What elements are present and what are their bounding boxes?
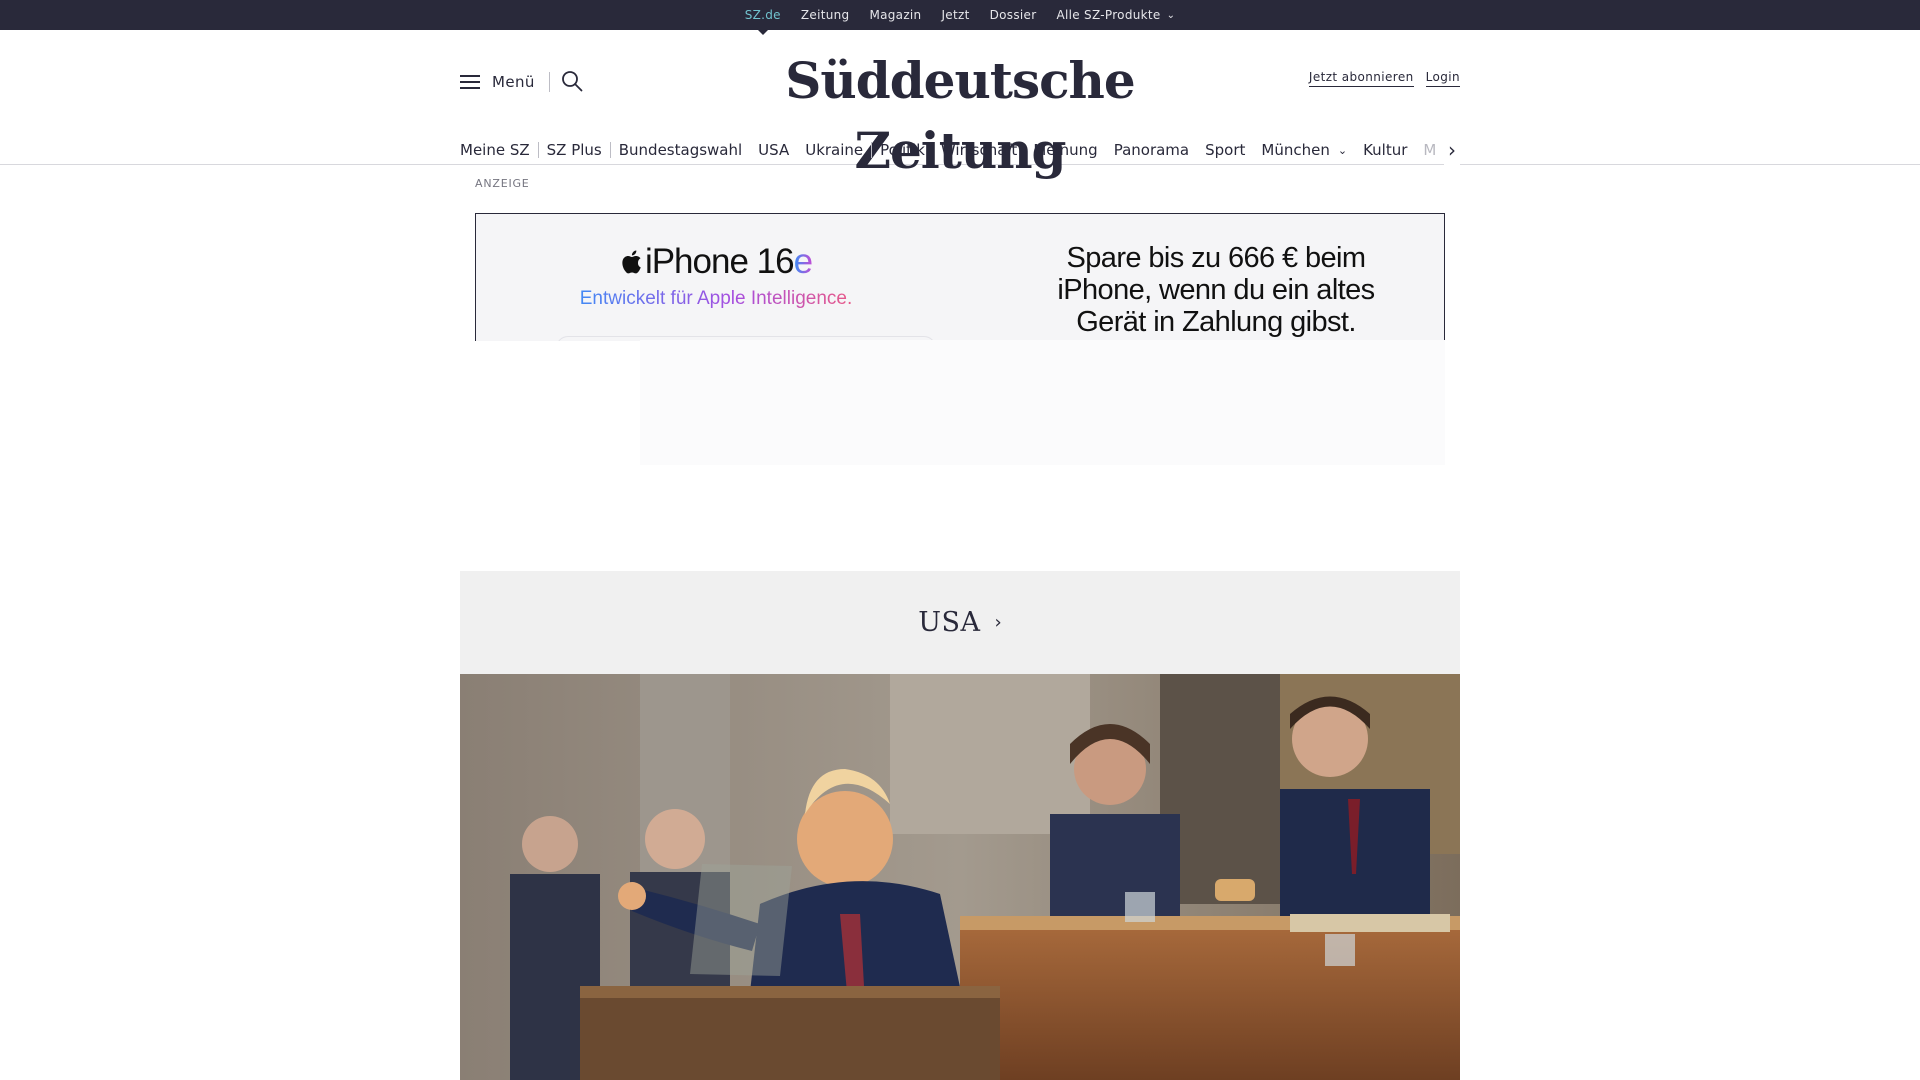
chevron-down-icon: ⌄: [1337, 143, 1348, 157]
nav-item-bundestagswahl[interactable]: Bundestagswahl: [611, 141, 750, 159]
ad-product-text: iPhone 16: [644, 242, 795, 281]
topbar-link-jetzt[interactable]: Jetzt: [941, 8, 969, 22]
nav-item-meinung[interactable]: Meinung: [1025, 141, 1105, 159]
nav-item-wirtschaft[interactable]: Wirtschaft: [933, 141, 1025, 159]
ad-banner[interactable]: iPhone 16e Entwickelt für Apple Intellig…: [475, 213, 1445, 341]
hamburger-icon: [460, 75, 480, 89]
topbar-link-alle-produkte[interactable]: Alle SZ-Produkte ⌄: [1056, 8, 1175, 22]
ad-placeholder-area: [640, 340, 1445, 465]
lead-article-image[interactable]: [460, 674, 1460, 1080]
topbar-link-zeitung[interactable]: Zeitung: [801, 8, 850, 22]
topbar-link-magazin[interactable]: Magazin: [869, 8, 921, 22]
topbar-link-dossier[interactable]: Dossier: [990, 8, 1037, 22]
nav-item-meine-sz[interactable]: Meine SZ: [460, 141, 538, 159]
account-links: Jetzt abonnieren Login: [1308, 70, 1460, 87]
topbar-link-alle-produkte-label: Alle SZ-Produkte: [1056, 8, 1161, 22]
topbar-link-sz-de[interactable]: SZ.de: [745, 8, 781, 35]
menu-button[interactable]: Menü: [460, 72, 550, 92]
nav-item-sz-plus[interactable]: SZ Plus: [539, 141, 610, 159]
site-header: Menü Süddeutsche Zeitung Jetzt abonniere…: [0, 30, 1920, 180]
chevron-right-icon: ›: [994, 612, 1002, 633]
ad-product-suffix: e: [793, 242, 813, 281]
ad-product-name: iPhone 16e: [566, 242, 866, 282]
ad-offer-line: Spare bis zu 666 € beim: [1066, 242, 1367, 274]
ad-label: ANZEIGE: [475, 177, 530, 190]
chevron-down-icon: ⌄: [1166, 10, 1176, 21]
nav-item-muenchen-label: München: [1261, 141, 1330, 159]
section-header-usa[interactable]: USA ›: [460, 571, 1460, 674]
nav-item-kultur[interactable]: Kultur: [1355, 141, 1415, 159]
apple-logo-icon: [622, 250, 641, 274]
menu-label: Menü: [492, 73, 535, 91]
nav-item-ukraine[interactable]: Ukraine: [797, 141, 871, 159]
top-bar-links: SZ.de Zeitung Magazin Jetzt Dossier Alle…: [745, 8, 1176, 35]
menu-divider: [548, 72, 550, 92]
nav-item-usa[interactable]: USA: [750, 141, 797, 159]
nav-item-muenchen[interactable]: München ⌄: [1253, 141, 1355, 159]
nav-item-truncated[interactable]: M: [1415, 141, 1444, 159]
ad-offer-line: Gerät in Zahlung gibst.: [1076, 306, 1356, 338]
nav-item-panorama[interactable]: Panorama: [1106, 141, 1197, 159]
main-navigation: Meine SZ SZ Plus Bundestagswahl USA Ukra…: [460, 130, 1460, 170]
ad-offer: Spare bis zu 666 € beim iPhone, wenn du …: [1016, 242, 1416, 338]
nav-item-sport[interactable]: Sport: [1197, 141, 1253, 159]
chevron-right-icon[interactable]: ›: [1444, 133, 1460, 167]
ad-product-block: iPhone 16e Entwickelt für Apple Intellig…: [566, 242, 866, 310]
subscribe-link[interactable]: Jetzt abonnieren: [1308, 70, 1414, 87]
nav-item-politik[interactable]: Politik: [872, 141, 933, 159]
lead-photo-illustration: [460, 674, 1460, 1080]
login-link[interactable]: Login: [1425, 70, 1460, 87]
search-icon[interactable]: [561, 70, 583, 92]
top-bar: SZ.de Zeitung Magazin Jetzt Dossier Alle…: [0, 0, 1920, 35]
section-title: USA: [918, 607, 981, 638]
ad-offer-line: iPhone, wenn du ein altes: [1057, 274, 1375, 306]
ad-tagline: Entwickelt für Apple Intelligence.: [566, 288, 866, 310]
